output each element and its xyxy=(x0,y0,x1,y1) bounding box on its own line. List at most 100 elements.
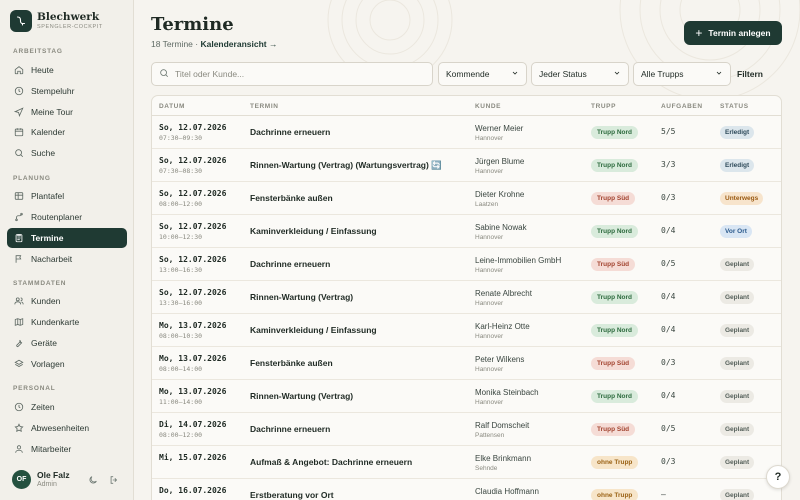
appointment-title[interactable]: Fensterbänke außen xyxy=(250,358,333,368)
table-row[interactable]: So, 12.07.2026 07:30–08:30 Rinnen-Wartung … xyxy=(152,149,781,182)
col-kunde[interactable]: KUNDE xyxy=(475,103,501,110)
appointment-date-cell: Mi, 15.07.2026 xyxy=(159,453,226,463)
chevron-down-icon xyxy=(715,69,723,79)
customer-cell: Ralf Domscheit Pattensen xyxy=(475,420,529,440)
col-datum[interactable]: DATUM xyxy=(159,103,185,110)
task-count: 0/4 xyxy=(661,391,676,400)
customer-cell: Renate Albrecht Hannover xyxy=(475,288,532,308)
calendar-view-link[interactable]: Kalenderansicht → xyxy=(200,39,277,49)
appointment-time: 13:00–16:30 xyxy=(159,266,203,274)
appointment-time: 07:30–09:30 xyxy=(159,134,203,142)
appointment-date: So, 12.07.2026 xyxy=(159,255,227,264)
appointment-title[interactable]: Erstberatung vor Ort xyxy=(250,490,334,500)
customer-name: Renate Albrecht xyxy=(475,289,532,298)
sidebar-item-kalender[interactable]: Kalender xyxy=(7,122,127,142)
sidebar-item-suche[interactable]: Suche xyxy=(7,143,127,163)
sidebar-item-meine-tour[interactable]: Meine Tour xyxy=(7,102,127,122)
status-select[interactable]: Jeder Status xyxy=(531,62,629,86)
sidebar-item-nacharbeit[interactable]: Nacharbeit xyxy=(7,249,127,269)
table-row[interactable]: So, 12.07.2026 13:00–16:30 Dachrinne erneu… xyxy=(152,248,781,281)
moon-icon[interactable] xyxy=(87,474,99,486)
table-row[interactable]: Do, 16.07.2026 Erstberatung vor Ort Claudi… xyxy=(152,479,781,500)
appointment-time: 07:30–08:30 xyxy=(159,167,203,175)
table-row[interactable]: So, 12.07.2026 07:30–09:30 Dachrinne erneu… xyxy=(152,116,781,149)
status-badge: Erledigt xyxy=(720,159,755,172)
status-badge: Geplant xyxy=(720,390,755,403)
sidebar-item-mitarbeiter[interactable]: Mitarbeiter xyxy=(7,439,127,459)
help-button[interactable]: ? xyxy=(766,465,790,489)
appointment-title[interactable]: Rinnen-Wartung (Vertrag) (Wartungsvertra… xyxy=(250,160,442,171)
table-row[interactable]: So, 12.07.2026 13:30–16:00 Rinnen-Wartung … xyxy=(152,281,781,314)
appointment-time: 08:00–12:00 xyxy=(159,431,203,439)
table-row[interactable]: Mo, 13.07.2026 08:00–14:00 Fensterbänke au… xyxy=(152,347,781,380)
sidebar-item-plantafel[interactable]: Plantafel xyxy=(7,186,127,206)
brand-subtitle: SPENGLER-COCKPIT xyxy=(37,24,103,30)
sidebar-item-routenplaner[interactable]: Routenplaner xyxy=(7,207,127,227)
range-select[interactable]: Kommende xyxy=(438,62,527,86)
customer-name: Werner Meier xyxy=(475,124,524,133)
status-badge: Geplant xyxy=(720,324,755,337)
user-profile[interactable]: OF Ole Falz Admin xyxy=(12,470,127,489)
appointment-date: So, 12.07.2026 xyxy=(159,189,227,198)
table-row[interactable]: So, 12.07.2026 10:00–12:30 Kaminverkleidun… xyxy=(152,215,781,248)
sidebar-item-vorlagen[interactable]: Vorlagen xyxy=(7,354,127,374)
sidebar-item-zeiten[interactable]: Zeiten xyxy=(7,397,127,417)
sidebar-item-abwesenheiten[interactable]: Abwesenheiten xyxy=(7,418,127,438)
clock-icon xyxy=(14,86,24,96)
search-input[interactable] xyxy=(175,69,415,79)
appointment-time: 13:30–16:00 xyxy=(159,299,203,307)
appointment-title[interactable]: Aufmaß & Angebot: Dachrinne erneuern xyxy=(250,457,412,467)
appointment-title[interactable]: Rinnen-Wartung (Vertrag) xyxy=(250,391,353,401)
appointment-date: Mi, 15.07.2026 xyxy=(159,453,227,462)
status-badge: Geplant xyxy=(720,423,755,436)
appointment-date: So, 12.07.2026 xyxy=(159,288,227,297)
sidebar-item-heute[interactable]: Heute xyxy=(7,60,127,80)
search-box[interactable] xyxy=(151,62,433,86)
table-row[interactable]: So, 12.07.2026 08:00–12:00 Fensterbänke au… xyxy=(152,182,781,215)
filter-button[interactable]: Filtern xyxy=(737,62,763,86)
search-icon xyxy=(159,65,169,83)
appointment-date-cell: So, 12.07.2026 07:30–08:30 xyxy=(159,156,226,176)
col-termin[interactable]: TERMIN xyxy=(250,103,279,110)
layers-icon xyxy=(14,359,24,369)
customer-name: Sabine Nowak xyxy=(475,223,527,232)
crew-badge: Trupp Süd xyxy=(591,192,636,205)
table-row[interactable]: Mi, 15.07.2026 Aufmaß & Angebot: Dachrinn… xyxy=(152,446,781,479)
task-count: 0/4 xyxy=(661,292,676,301)
nav-section-arbeitstag: ARBEITSTAG xyxy=(13,48,63,55)
logout-icon[interactable] xyxy=(108,474,120,486)
sidebar-item-termine[interactable]: Termine xyxy=(7,228,127,248)
task-count: 5/5 xyxy=(661,127,676,136)
task-count: 0/5 xyxy=(661,259,676,268)
appointment-date-cell: Do, 16.07.2026 xyxy=(159,486,226,496)
appointment-title[interactable]: Dachrinne erneuern xyxy=(250,259,330,269)
table-row[interactable]: Mo, 13.07.2026 11:00–14:00 Rinnen-Wartung … xyxy=(152,380,781,413)
new-appointment-button[interactable]: + Termin anlegen xyxy=(684,21,782,45)
table-row[interactable]: Di, 14.07.2026 08:00–12:00 Dachrinne erneu… xyxy=(152,413,781,446)
brand[interactable]: Blechwerk SPENGLER-COCKPIT xyxy=(10,10,103,32)
sidebar-item-kundenkarte[interactable]: Kundenkarte xyxy=(7,312,127,332)
appointment-time: 10:00–12:30 xyxy=(159,233,203,241)
table-row[interactable]: Mo, 13.07.2026 08:00–10:30 Kaminverkleidun… xyxy=(152,314,781,347)
customer-name: Karl-Heinz Otte xyxy=(475,322,530,331)
sidebar: Blechwerk SPENGLER-COCKPIT ARBEITSTAG PL… xyxy=(0,0,134,500)
sidebar-item-stempeluhr[interactable]: Stempeluhr xyxy=(7,81,127,101)
col-aufgaben[interactable]: AUFGABEN xyxy=(661,103,703,110)
appointment-date: Mo, 13.07.2026 xyxy=(159,387,227,396)
chevron-down-icon xyxy=(511,69,519,79)
plus-icon: + xyxy=(695,26,703,40)
customer-name: Leine-Immobilien GmbH xyxy=(475,256,562,265)
sidebar-item-kunden[interactable]: Kunden xyxy=(7,291,127,311)
col-status[interactable]: STATUS xyxy=(720,103,749,110)
appointment-date: Mo, 13.07.2026 xyxy=(159,321,227,330)
appointment-title[interactable]: Kaminverkleidung / Einfassung xyxy=(250,226,377,236)
appointment-title[interactable]: Fensterbänke außen xyxy=(250,193,333,203)
sidebar-item-geraete[interactable]: Geräte xyxy=(7,333,127,353)
col-trupp[interactable]: TRUPP xyxy=(591,103,616,110)
appointment-title[interactable]: Kaminverkleidung / Einfassung xyxy=(250,325,377,335)
crew-select[interactable]: Alle Trupps xyxy=(633,62,731,86)
appointment-title[interactable]: Dachrinne erneuern xyxy=(250,127,330,137)
appointment-date: So, 12.07.2026 xyxy=(159,123,227,132)
appointment-title[interactable]: Rinnen-Wartung (Vertrag) xyxy=(250,292,353,302)
appointment-title[interactable]: Dachrinne erneuern xyxy=(250,424,330,434)
